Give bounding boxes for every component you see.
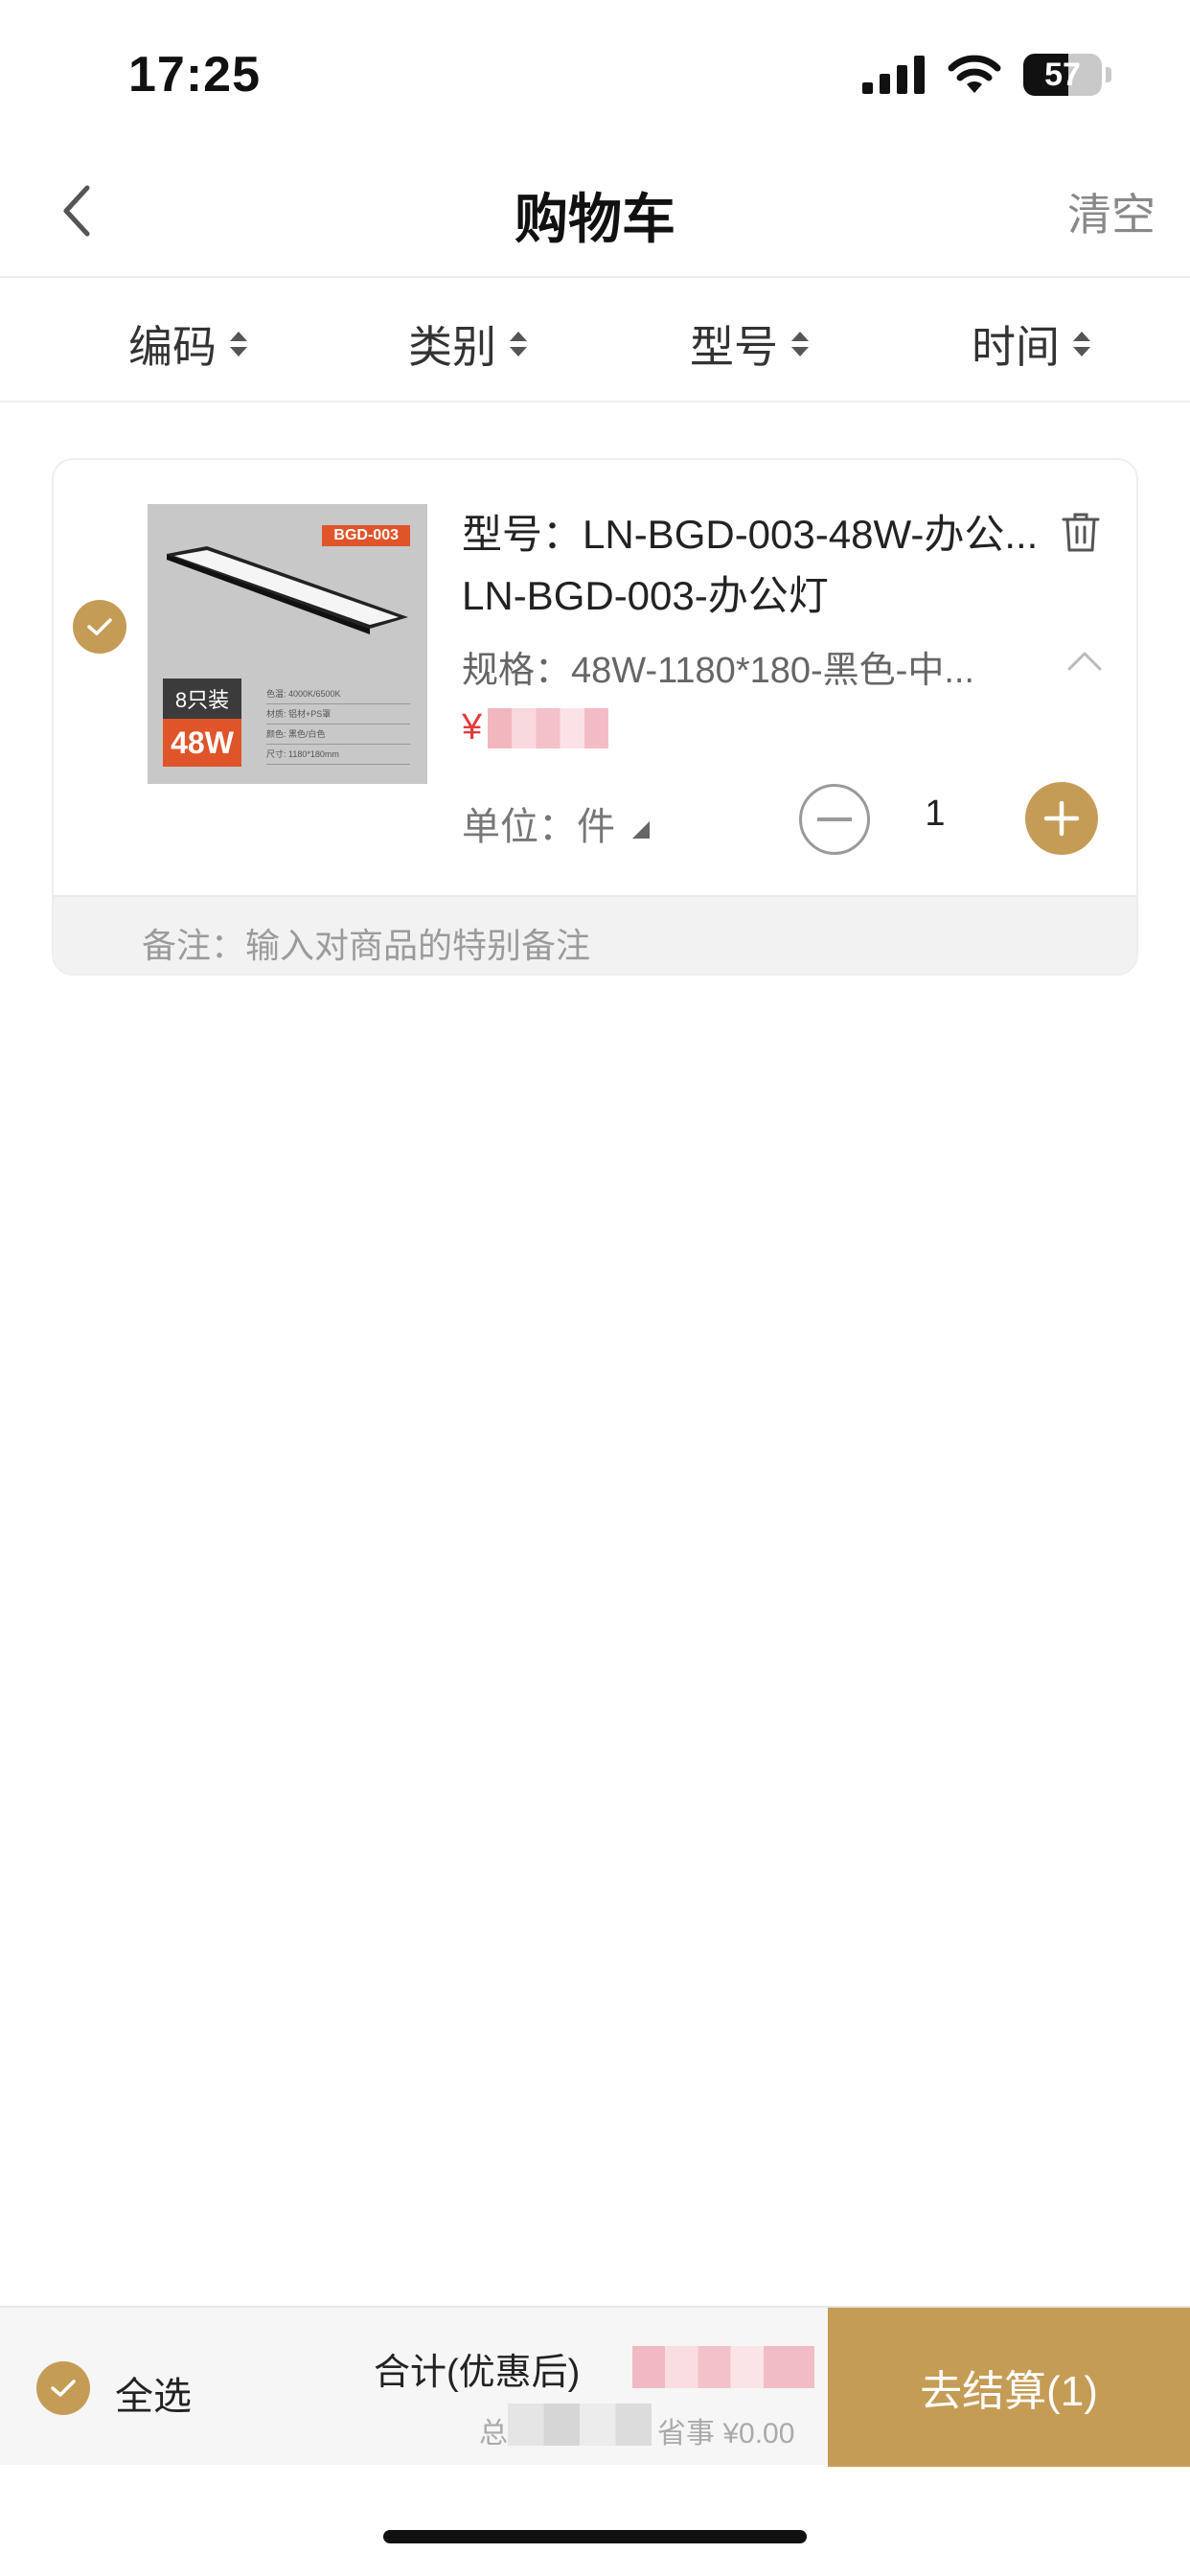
select-all-checkbox[interactable] — [36, 2361, 90, 2415]
product-model: 型号：LN-BGD-003-48W-办公... — [462, 512, 1039, 557]
sort-by-code[interactable]: 编码 — [128, 312, 247, 376]
bottom-bar: 全选 合计(优惠后) 总 省事 ¥0.00 去结算(1) — [0, 2306, 1190, 2467]
checkmark-icon — [87, 618, 112, 635]
sort-arrows-icon — [510, 332, 527, 356]
status-icons: 57 — [862, 54, 1111, 96]
status-time: 17:25 — [128, 47, 261, 103]
minus-icon — [817, 817, 852, 821]
image-spec-line: 材质: 铝材+PS罩 — [266, 704, 410, 724]
home-indicator[interactable] — [383, 2530, 807, 2543]
price-redacted — [488, 707, 609, 748]
pack-label: 8只装 48W — [163, 678, 241, 767]
sort-label: 编码 — [128, 322, 217, 372]
cart-item-card: BGD-003 8只装 48W 色温: 4000K/6500K 材质: 铝材+P… — [52, 458, 1138, 976]
image-spec-line: 尺寸: 1180*180mm — [266, 745, 410, 765]
product-name: LN-BGD-003-办公灯 — [462, 573, 829, 618]
battery-level: 57 — [1044, 56, 1081, 93]
image-spec-line: 颜色: 黑色/白色 — [266, 724, 410, 745]
saving-prefix: 总 — [479, 2418, 508, 2450]
chevron-up-icon[interactable] — [1065, 642, 1104, 680]
battery-icon: 57 — [1023, 54, 1111, 96]
item-select-checkbox[interactable] — [73, 600, 126, 654]
saving-amount-redacted — [508, 2404, 652, 2446]
trash-icon[interactable] — [1060, 510, 1102, 554]
total-label: 合计(优惠后) — [374, 2353, 581, 2393]
product-image[interactable]: BGD-003 8只装 48W 色温: 4000K/6500K 材质: 铝材+P… — [148, 504, 427, 784]
sort-label: 类别 — [408, 322, 496, 372]
unit-label: 单位：件 — [462, 806, 615, 848]
image-spec-line: 色温: 4000K/6500K — [266, 684, 410, 704]
caret-down-icon — [632, 821, 650, 839]
checkout-button[interactable]: 去结算(1) — [828, 2308, 1190, 2467]
decrease-quantity-button[interactable] — [799, 784, 870, 855]
product-price: ¥ — [462, 707, 609, 748]
price-currency: ¥ — [462, 707, 483, 748]
cellular-signal-icon — [862, 56, 925, 94]
nav-bar: 购物车 清空 — [0, 144, 1190, 278]
battery-cap — [1106, 67, 1111, 82]
image-spec-list: 色温: 4000K/6500K 材质: 铝材+PS罩 颜色: 黑色/白色 尺寸:… — [266, 684, 410, 765]
sort-bar: 编码 类别 型号 时间 — [0, 280, 1190, 402]
checkmark-icon — [51, 2380, 76, 2397]
pack-count: 8只装 — [163, 678, 241, 719]
page-title: 购物车 — [515, 189, 675, 249]
increase-quantity-button[interactable] — [1025, 782, 1098, 855]
plus-icon — [1043, 800, 1080, 837]
wifi-icon — [948, 55, 1001, 93]
sort-arrows-icon — [791, 332, 809, 356]
status-bar: 17:25 57 — [0, 0, 1190, 144]
pack-power: 48W — [163, 719, 241, 767]
clear-cart-button[interactable]: 清空 — [1067, 180, 1156, 243]
sort-label: 型号 — [690, 322, 778, 372]
product-badge: BGD-003 — [322, 525, 410, 546]
remark-placeholder: 备注：输入对商品的特别备注 — [142, 926, 591, 965]
sort-arrows-icon — [1073, 332, 1090, 356]
sort-label: 时间 — [972, 322, 1060, 372]
sort-by-category[interactable]: 类别 — [408, 312, 527, 376]
sort-by-time[interactable]: 时间 — [972, 312, 1090, 376]
select-all-label[interactable]: 全选 — [115, 2365, 192, 2421]
sort-by-model[interactable]: 型号 — [690, 312, 809, 376]
quantity-value[interactable]: 1 — [897, 794, 973, 835]
sort-arrows-icon — [230, 332, 247, 356]
unit-selector[interactable]: 单位：件 — [462, 795, 650, 851]
product-spec[interactable]: 规格：48W-1180*180-黑色-中... — [462, 640, 1027, 693]
total-amount-redacted — [632, 2346, 814, 2388]
saving-text: 省事 ¥0.00 — [657, 2418, 795, 2450]
remark-input[interactable]: 备注：输入对商品的特别备注 — [54, 895, 1136, 974]
